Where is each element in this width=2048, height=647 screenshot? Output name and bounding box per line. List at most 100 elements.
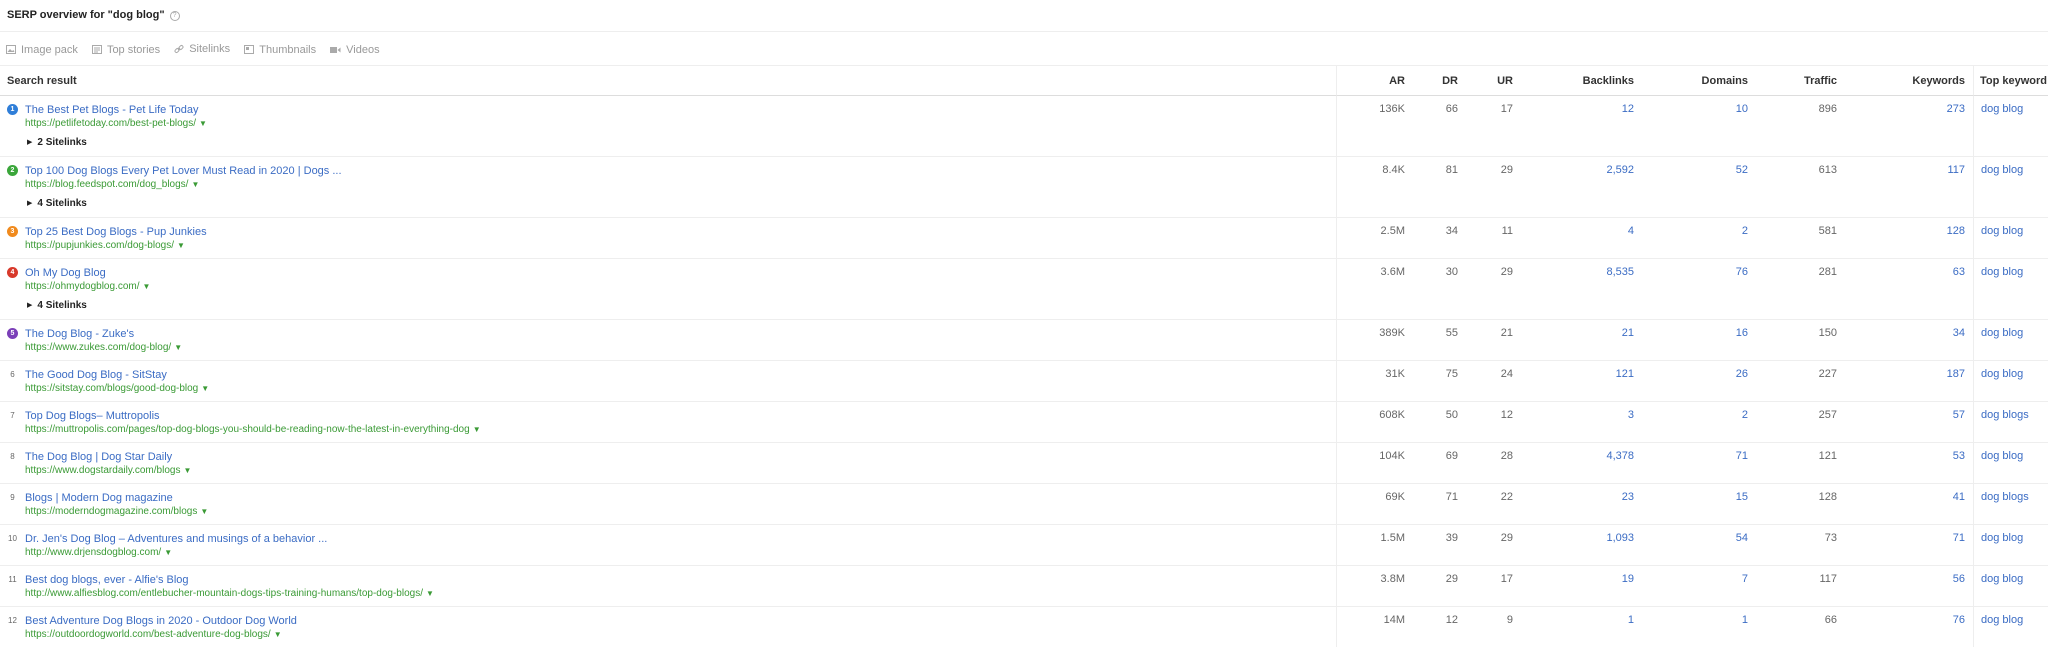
feature-thumbnails[interactable]: Thumbnails [244,44,316,56]
result-title-link[interactable]: The Good Dog Blog - SitStay [25,368,209,382]
col-keywords[interactable]: Keywords [1845,66,1973,96]
col-traffic[interactable]: Traffic [1756,66,1845,96]
keywords-link[interactable]: 34 [1845,320,1973,360]
feature-top-stories[interactable]: Top stories [91,44,160,56]
backlinks-link[interactable]: 3 [1521,402,1642,442]
top-keyword-link[interactable]: dog blogs [1973,484,2048,524]
backlinks-link[interactable]: 1 [1521,607,1642,647]
keywords-link[interactable]: 53 [1845,443,1973,483]
result-url[interactable]: https://moderndogmagazine.com/blogs [25,506,197,517]
backlinks-link[interactable]: 19 [1521,566,1642,606]
col-top-keyword[interactable]: Top keyword [1973,66,2048,96]
domains-link[interactable]: 7 [1642,566,1756,606]
feature-sitelinks[interactable]: Sitelinks [174,43,230,55]
result-title-link[interactable]: Best Adventure Dog Blogs in 2020 - Outdo… [25,614,297,628]
keywords-link[interactable]: 56 [1845,566,1973,606]
keywords-link[interactable]: 187 [1845,361,1973,401]
domains-link[interactable]: 16 [1642,320,1756,360]
result-url[interactable]: https://petlifetoday.com/best-pet-blogs/ [25,118,196,129]
keywords-link[interactable]: 57 [1845,402,1973,442]
dropdown-caret-icon[interactable]: ▼ [183,466,191,475]
top-keyword-link[interactable]: dog blog [1973,96,2048,156]
backlinks-link[interactable]: 21 [1521,320,1642,360]
col-dr[interactable]: DR [1413,66,1466,96]
dropdown-caret-icon[interactable]: ▼ [143,282,151,291]
backlinks-link[interactable]: 23 [1521,484,1642,524]
dropdown-caret-icon[interactable]: ▼ [177,241,185,250]
feature-videos[interactable]: Videos [330,44,380,56]
top-keyword-link[interactable]: dog blog [1973,566,2048,606]
col-ar[interactable]: AR [1336,66,1413,96]
dropdown-caret-icon[interactable]: ▼ [201,384,209,393]
backlinks-link[interactable]: 4,378 [1521,443,1642,483]
result-url[interactable]: https://sitstay.com/blogs/good-dog-blog [25,383,198,394]
result-url[interactable]: http://www.drjensdogblog.com/ [25,547,161,558]
dropdown-caret-icon[interactable]: ▼ [199,119,207,128]
domains-link[interactable]: 71 [1642,443,1756,483]
feature-image-pack[interactable]: Image pack [6,44,78,56]
dropdown-caret-icon[interactable]: ▼ [426,589,434,598]
result-url[interactable]: https://outdoordogworld.com/best-adventu… [25,629,271,640]
sitelinks-toggle[interactable]: ▶ 4 Sitelinks [27,198,1336,210]
result-url[interactable]: https://www.dogstardaily.com/blogs [25,465,180,476]
dropdown-caret-icon[interactable]: ▼ [473,425,481,434]
result-url[interactable]: https://ohmydogblog.com/ [25,281,140,292]
result-url[interactable]: http://www.alfiesblog.com/entlebucher-mo… [25,588,423,599]
top-keyword-link[interactable]: dog blog [1973,157,2048,217]
dropdown-caret-icon[interactable]: ▼ [191,180,199,189]
keywords-link[interactable]: 117 [1845,157,1973,217]
result-title-link[interactable]: Best dog blogs, ever - Alfie's Blog [25,573,434,587]
top-keyword-link[interactable]: dog blog [1973,320,2048,360]
top-keyword-link[interactable]: dog blog [1973,443,2048,483]
domains-link[interactable]: 52 [1642,157,1756,217]
result-title-link[interactable]: Oh My Dog Blog [25,266,150,280]
domains-link[interactable]: 26 [1642,361,1756,401]
keywords-link[interactable]: 41 [1845,484,1973,524]
col-domains[interactable]: Domains [1642,66,1756,96]
result-title-link[interactable]: The Dog Blog | Dog Star Daily [25,450,191,464]
top-keyword-link[interactable]: dog blog [1973,607,2048,647]
result-url[interactable]: https://muttropolis.com/pages/top-dog-bl… [25,424,470,435]
result-title-link[interactable]: Dr. Jen's Dog Blog – Adventures and musi… [25,532,327,546]
result-title-link[interactable]: Blogs | Modern Dog magazine [25,491,208,505]
result-url[interactable]: https://pupjunkies.com/dog-blogs/ [25,240,174,251]
top-keyword-link[interactable]: dog blog [1973,259,2048,319]
backlinks-link[interactable]: 1,093 [1521,525,1642,565]
keywords-link[interactable]: 273 [1845,96,1973,156]
sitelinks-toggle[interactable]: ▶ 4 Sitelinks [27,300,1336,312]
dropdown-caret-icon[interactable]: ▼ [174,343,182,352]
domains-link[interactable]: 54 [1642,525,1756,565]
result-url[interactable]: https://blog.feedspot.com/dog_blogs/ [25,179,188,190]
backlinks-link[interactable]: 2,592 [1521,157,1642,217]
sitelinks-toggle[interactable]: ▶ 2 Sitelinks [27,137,1336,149]
dropdown-caret-icon[interactable]: ▼ [274,630,282,639]
domains-link[interactable]: 15 [1642,484,1756,524]
keywords-link[interactable]: 63 [1845,259,1973,319]
keywords-link[interactable]: 128 [1845,218,1973,258]
result-title-link[interactable]: Top 100 Dog Blogs Every Pet Lover Must R… [25,164,342,178]
keywords-link[interactable]: 76 [1845,607,1973,647]
domains-link[interactable]: 76 [1642,259,1756,319]
backlinks-link[interactable]: 8,535 [1521,259,1642,319]
backlinks-link[interactable]: 4 [1521,218,1642,258]
dropdown-caret-icon[interactable]: ▼ [200,507,208,516]
help-icon[interactable]: ? [169,11,180,21]
top-keyword-link[interactable]: dog blog [1973,361,2048,401]
backlinks-link[interactable]: 12 [1521,96,1642,156]
backlinks-link[interactable]: 121 [1521,361,1642,401]
result-title-link[interactable]: Top Dog Blogs– Muttropolis [25,409,481,423]
domains-link[interactable]: 1 [1642,607,1756,647]
result-title-link[interactable]: The Best Pet Blogs - Pet Life Today [25,103,207,117]
domains-link[interactable]: 2 [1642,218,1756,258]
col-backlinks[interactable]: Backlinks [1521,66,1642,96]
keywords-link[interactable]: 71 [1845,525,1973,565]
top-keyword-link[interactable]: dog blog [1973,525,2048,565]
dropdown-caret-icon[interactable]: ▼ [164,548,172,557]
domains-link[interactable]: 10 [1642,96,1756,156]
result-title-link[interactable]: The Dog Blog - Zuke's [25,327,182,341]
top-keyword-link[interactable]: dog blog [1973,218,2048,258]
domains-link[interactable]: 2 [1642,402,1756,442]
top-keyword-link[interactable]: dog blogs [1973,402,2048,442]
col-search-result[interactable]: Search result [0,66,1336,96]
col-ur[interactable]: UR [1466,66,1521,96]
